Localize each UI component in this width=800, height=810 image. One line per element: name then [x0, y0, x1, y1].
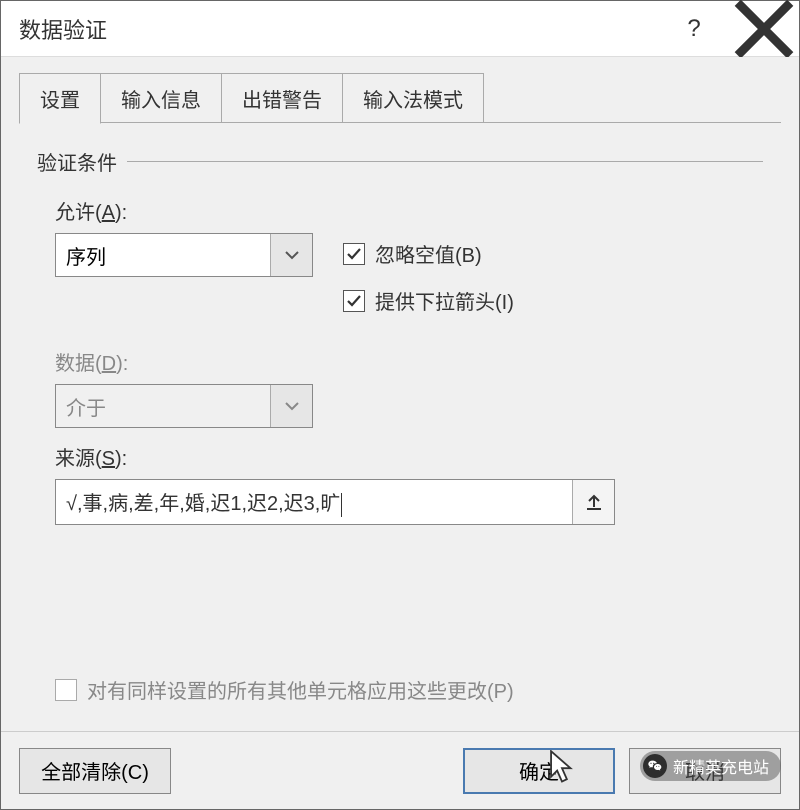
close-button[interactable] [729, 1, 799, 57]
data-dropdown: 介于 [55, 384, 313, 428]
source-input-value: √,事,病,差,年,婚,迟1,迟2,迟3,旷 [66, 493, 340, 515]
checkbox-label: 提供下拉箭头(I) [375, 286, 514, 315]
checkbox-label: 忽略空值(B) [375, 239, 482, 268]
in-cell-dropdown-checkbox[interactable]: 提供下拉箭头(I) [343, 286, 514, 315]
check-icon [346, 293, 362, 309]
tab-label: 输入法模式 [363, 90, 463, 112]
close-icon [729, 0, 799, 64]
allow-dropdown[interactable]: 序列 [55, 233, 313, 277]
button-label: 确定 [519, 756, 559, 785]
checkbox-box [55, 679, 77, 701]
check-icon [346, 246, 362, 262]
ignore-blank-checkbox[interactable]: 忽略空值(B) [343, 239, 514, 268]
source-range-picker-button[interactable] [572, 480, 614, 524]
allow-label: 允许(A): [55, 196, 763, 225]
tab-label: 输入信息 [121, 90, 201, 112]
tab-settings[interactable]: 设置 [19, 73, 101, 124]
tab-label: 设置 [40, 90, 80, 112]
allow-dropdown-value: 序列 [56, 241, 270, 270]
range-picker-icon [585, 493, 603, 511]
title-bar: 数据验证 ? [1, 1, 799, 57]
criteria-group: 允许(A): 序列 [37, 196, 763, 704]
ok-button[interactable]: 确定 [463, 748, 615, 794]
checkbox-box [343, 290, 365, 312]
dialog-content: 设置 输入信息 出错警告 输入法模式 验证条件 允许(A): 序列 [1, 57, 799, 731]
chevron-down-icon [285, 401, 299, 411]
apply-all-checkbox: 对有同样设置的所有其他单元格应用这些更改(P) [55, 675, 763, 704]
button-label: 全部清除(C) [41, 756, 149, 785]
data-label: 数据(D): [55, 347, 763, 376]
tab-label: 出错警告 [242, 90, 322, 112]
watermark-text: 新精英充电站 [673, 754, 769, 778]
checkbox-label: 对有同样设置的所有其他单元格应用这些更改(P) [87, 675, 514, 704]
validation-criteria-label: 验证条件 [37, 147, 763, 176]
data-dropdown-value: 介于 [56, 392, 270, 421]
source-input-row: √,事,病,差,年,婚,迟1,迟2,迟3,旷 [55, 479, 615, 525]
text-caret [341, 493, 342, 517]
criteria-label-text: 验证条件 [37, 147, 117, 176]
tab-bar: 设置 输入信息 出错警告 输入法模式 [19, 77, 781, 123]
tab-input-message[interactable]: 输入信息 [100, 73, 222, 123]
wechat-icon [643, 754, 667, 778]
data-dropdown-button [270, 385, 312, 427]
help-button[interactable]: ? [659, 1, 729, 57]
tab-ime-mode[interactable]: 输入法模式 [342, 73, 484, 123]
help-icon: ? [687, 15, 700, 43]
allow-dropdown-button[interactable] [270, 234, 312, 276]
chevron-down-icon [285, 250, 299, 260]
dialog-button-bar: 全部清除(C) 确定 取消 新精英充电站 [1, 731, 799, 809]
data-validation-dialog: 数据验证 ? 设置 输入信息 出错警告 输入法模式 验证条件 允许(A): [0, 0, 800, 810]
divider-line [127, 161, 763, 162]
checkbox-box [343, 243, 365, 265]
tab-error-alert[interactable]: 出错警告 [221, 73, 343, 123]
watermark-badge: 新精英充电站 [640, 751, 781, 781]
clear-all-button[interactable]: 全部清除(C) [19, 748, 171, 794]
settings-panel: 验证条件 允许(A): 序列 [19, 123, 781, 714]
window-title: 数据验证 [19, 13, 659, 45]
source-input[interactable]: √,事,病,差,年,婚,迟1,迟2,迟3,旷 [56, 487, 572, 517]
source-label: 来源(S): [55, 442, 763, 471]
